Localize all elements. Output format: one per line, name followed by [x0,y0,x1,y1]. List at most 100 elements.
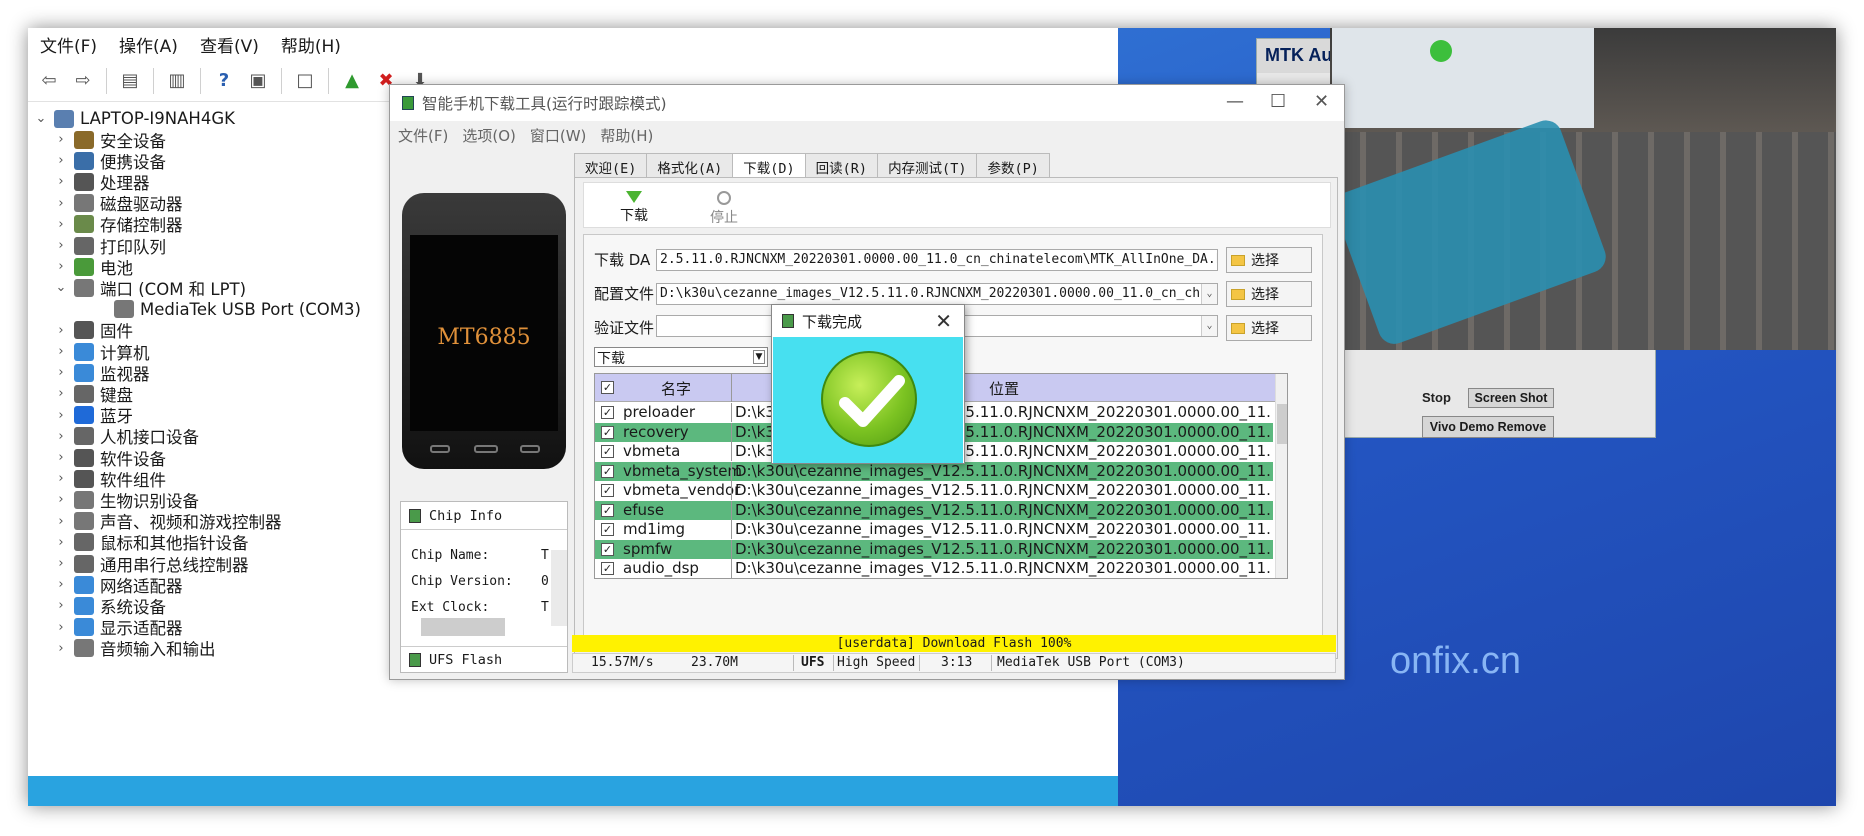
close-icon[interactable]: ✕ [935,309,952,333]
sp-menu-help[interactable]: 帮助(H) [600,125,653,146]
table-row[interactable]: ✓ vbmeta_system D:\k30u\cezanne_images_V12… [595,461,1273,481]
chevron-right-icon[interactable]: › [54,598,68,613]
partition-name: vbmeta_system [623,461,743,480]
chevron-right-icon[interactable]: › [54,259,68,274]
download-mode-select[interactable]: 下载 ▼ [594,347,768,367]
partition-checkbox[interactable]: ✓ [601,542,614,556]
download-toolbar: 下载 停止 [583,182,1331,228]
mtk-vivo-demo-remove-button[interactable]: Vivo Demo Remove [1422,416,1554,438]
col-name-header[interactable]: 名字 [661,378,691,399]
chevron-right-icon[interactable]: › [54,450,68,465]
select-all-checkbox[interactable]: ✓ [601,381,614,394]
chevron-right-icon[interactable]: › [54,365,68,380]
tab-parameters[interactable]: 参数(P) [976,153,1050,177]
properties-icon[interactable]: ▥ [163,67,191,95]
menu-help[interactable]: 帮助(H) [281,32,341,57]
chevron-right-icon[interactable]: › [54,323,68,338]
minimize-icon[interactable]: — [1226,91,1244,112]
biometric-icon [74,490,94,509]
choose-scatter-button[interactable]: 选择 [1226,281,1312,307]
chevron-right-icon[interactable]: › [54,492,68,507]
chevron-right-icon[interactable]: › [54,132,68,147]
tab-welcome[interactable]: 欢迎(E) [574,153,648,177]
scatter-path-field[interactable]: D:\k30u\cezanne_images_V12.5.11.0.RJNCNX… [656,283,1218,305]
sp-menu-file[interactable]: 文件(F) [398,125,448,146]
partition-checkbox[interactable]: ✓ [601,503,614,517]
tab-download[interactable]: 下载(D) [732,153,806,178]
chevron-right-icon[interactable]: › [54,153,68,168]
chevron-down-icon[interactable]: ⌄ [1201,316,1217,336]
chevron-right-icon[interactable]: › [54,514,68,529]
chevron-down-icon[interactable]: ⌄ [54,280,68,295]
partition-checkbox[interactable]: ✓ [601,562,614,575]
table-row[interactable]: ✓ vbmeta_vendor D:\k30u\cezanne_images_V12… [595,481,1273,500]
col-location-header[interactable]: 位置 [989,378,1019,399]
chevron-right-icon[interactable]: › [54,620,68,635]
tree-item[interactable]: › 音频输入和输出 [54,636,216,661]
partition-checkbox[interactable]: ✓ [601,464,614,478]
menu-view[interactable]: 查看(V) [200,32,259,57]
show-hide-console-icon[interactable]: ▤ [116,67,144,95]
toolbar-divider [153,67,154,94]
chevron-right-icon[interactable]: › [54,471,68,486]
header-divider [731,374,732,402]
partition-checkbox[interactable]: ✓ [601,523,614,536]
chevron-right-icon[interactable]: › [54,535,68,550]
chevron-down-icon[interactable]: ⌄ [34,111,48,126]
chevron-right-icon[interactable]: › [54,344,68,359]
chevron-right-icon[interactable]: › [54,556,68,571]
tree-item[interactable]: MediaTek USB Port (COM3) [94,297,361,322]
download-button[interactable]: 下载 [614,191,654,225]
back-arrow-icon[interactable]: ⇦ [35,67,63,95]
chevron-right-icon[interactable]: › [54,577,68,592]
chip-info-hscrollbar[interactable] [421,618,505,636]
stop-button[interactable]: 停止 [704,191,744,227]
chip-info-scrollbar[interactable] [551,550,567,626]
update-driver-icon[interactable]: ▲ [338,67,366,95]
mtk-stop-button[interactable]: Stop [1422,390,1451,405]
dialog-body [773,337,963,463]
da-path-field[interactable]: 2.5.11.0.RJNCNXM_20220301.0000.00_11.0_c… [656,249,1218,271]
partition-checkbox[interactable]: ✓ [601,484,614,497]
scroll-thumb[interactable] [1277,404,1287,444]
mouse-icon [74,533,94,552]
menu-file[interactable]: 文件(F) [40,32,97,57]
tab-format[interactable]: 格式化(A) [646,153,734,177]
tab-readback[interactable]: 回读(R) [804,153,879,177]
chevron-right-icon[interactable]: › [54,174,68,189]
table-row[interactable]: ✓ spmfw D:\k30u\cezanne_images_V12.5.11.0.… [595,539,1273,559]
scan-hardware-icon[interactable]: □ [291,67,319,95]
table-row[interactable]: ✓ efuse D:\k30u\cezanne_images_V12.5.11.0.… [595,500,1273,520]
partition-checkbox[interactable]: ✓ [601,425,614,439]
chevron-right-icon[interactable]: › [54,429,68,444]
chevron-down-icon[interactable]: ▼ [753,350,765,364]
partition-list-scrollbar[interactable] [1275,374,1287,578]
sp-menu-window[interactable]: 窗口(W) [530,125,587,146]
chevron-right-icon[interactable]: › [54,238,68,253]
chevron-right-icon[interactable]: › [54,196,68,211]
chevron-right-icon[interactable]: › [54,217,68,232]
close-icon[interactable]: ✕ [1314,91,1329,112]
flash-statusbar: 15.57M/s 23.70M UFS High Speed 3:13 Medi… [572,653,1336,673]
menu-action[interactable]: 操作(A) [119,32,178,57]
partition-checkbox[interactable]: ✓ [601,406,614,419]
chevron-right-icon[interactable]: › [54,641,68,656]
table-row[interactable]: ✓ md1img D:\k30u\cezanne_images_V12.5.11.0… [595,520,1273,539]
action-pane-icon[interactable]: ▣ [244,67,272,95]
help-icon[interactable]: ? [210,67,238,95]
sp-menu-options[interactable]: 选项(O) [462,125,516,146]
chevron-down-icon[interactable]: ⌄ [1201,284,1217,304]
choose-da-button[interactable]: 选择 [1226,247,1312,273]
partition-checkbox[interactable]: ✓ [601,445,614,458]
mtk-screenshot-button[interactable]: Screen Shot [1468,388,1554,408]
choose-auth-button[interactable]: 选择 [1226,315,1312,341]
port-icon [74,278,94,297]
chip-icon [409,508,421,523]
forward-arrow-icon[interactable]: ⇨ [69,67,97,95]
back-key-icon [520,445,540,453]
chevron-right-icon[interactable]: › [54,408,68,423]
chevron-right-icon[interactable]: › [54,386,68,401]
maximize-icon[interactable]: ☐ [1270,91,1286,112]
table-row[interactable]: ✓ audio_dsp D:\k30u\cezanne_images_V12.5.1… [595,559,1273,578]
tab-memory-test[interactable]: 内存测试(T) [877,153,978,177]
